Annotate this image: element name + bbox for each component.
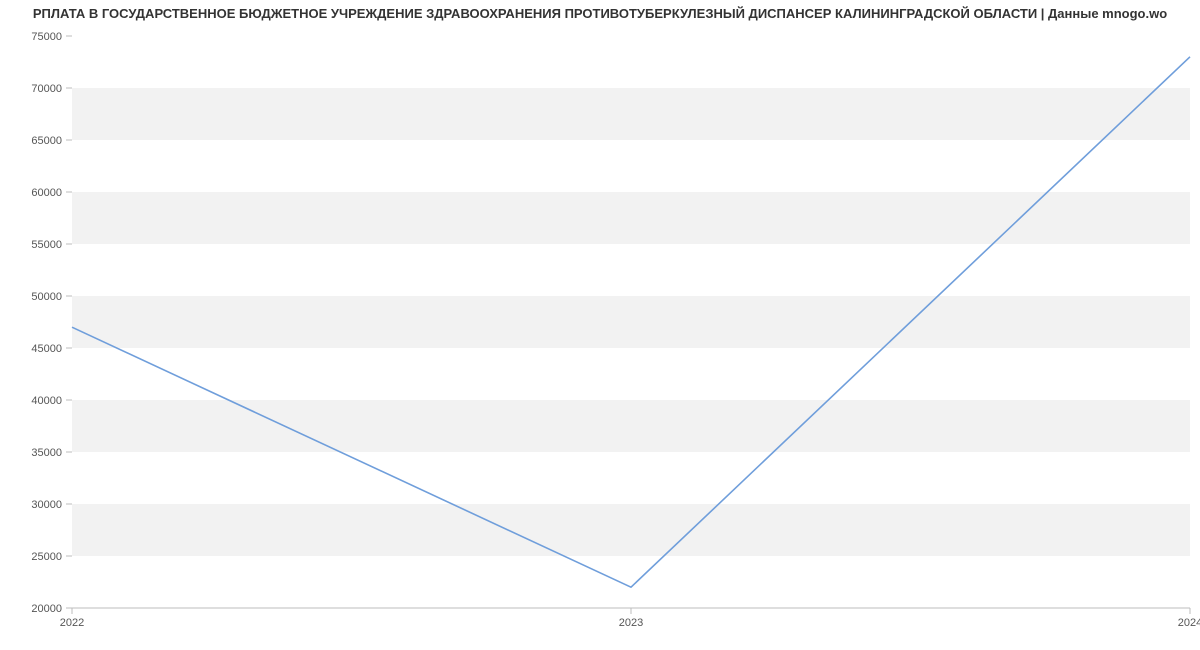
chart-svg: 20000 25000 30000 35000 40000 45000 50000 55000…	[0, 28, 1200, 638]
chart-area: 20000 25000 30000 35000 40000 45000 50000 55000…	[0, 28, 1200, 638]
svg-text:2024: 2024	[1178, 617, 1200, 629]
svg-text:2022: 2022	[60, 617, 84, 629]
svg-text:35000: 35000	[31, 447, 62, 459]
svg-text:70000: 70000	[31, 83, 62, 95]
svg-text:2023: 2023	[619, 617, 643, 629]
svg-text:60000: 60000	[31, 187, 62, 199]
svg-text:55000: 55000	[31, 239, 62, 251]
svg-text:20000: 20000	[31, 603, 62, 615]
chart-title: РПЛАТА В ГОСУДАРСТВЕННОЕ БЮДЖЕТНОЕ УЧРЕЖ…	[0, 6, 1200, 21]
svg-text:25000: 25000	[31, 551, 62, 563]
svg-text:30000: 30000	[31, 499, 62, 511]
svg-text:45000: 45000	[31, 343, 62, 355]
svg-text:50000: 50000	[31, 291, 62, 303]
svg-text:40000: 40000	[31, 395, 62, 407]
svg-text:65000: 65000	[31, 135, 62, 147]
svg-text:75000: 75000	[31, 31, 62, 43]
